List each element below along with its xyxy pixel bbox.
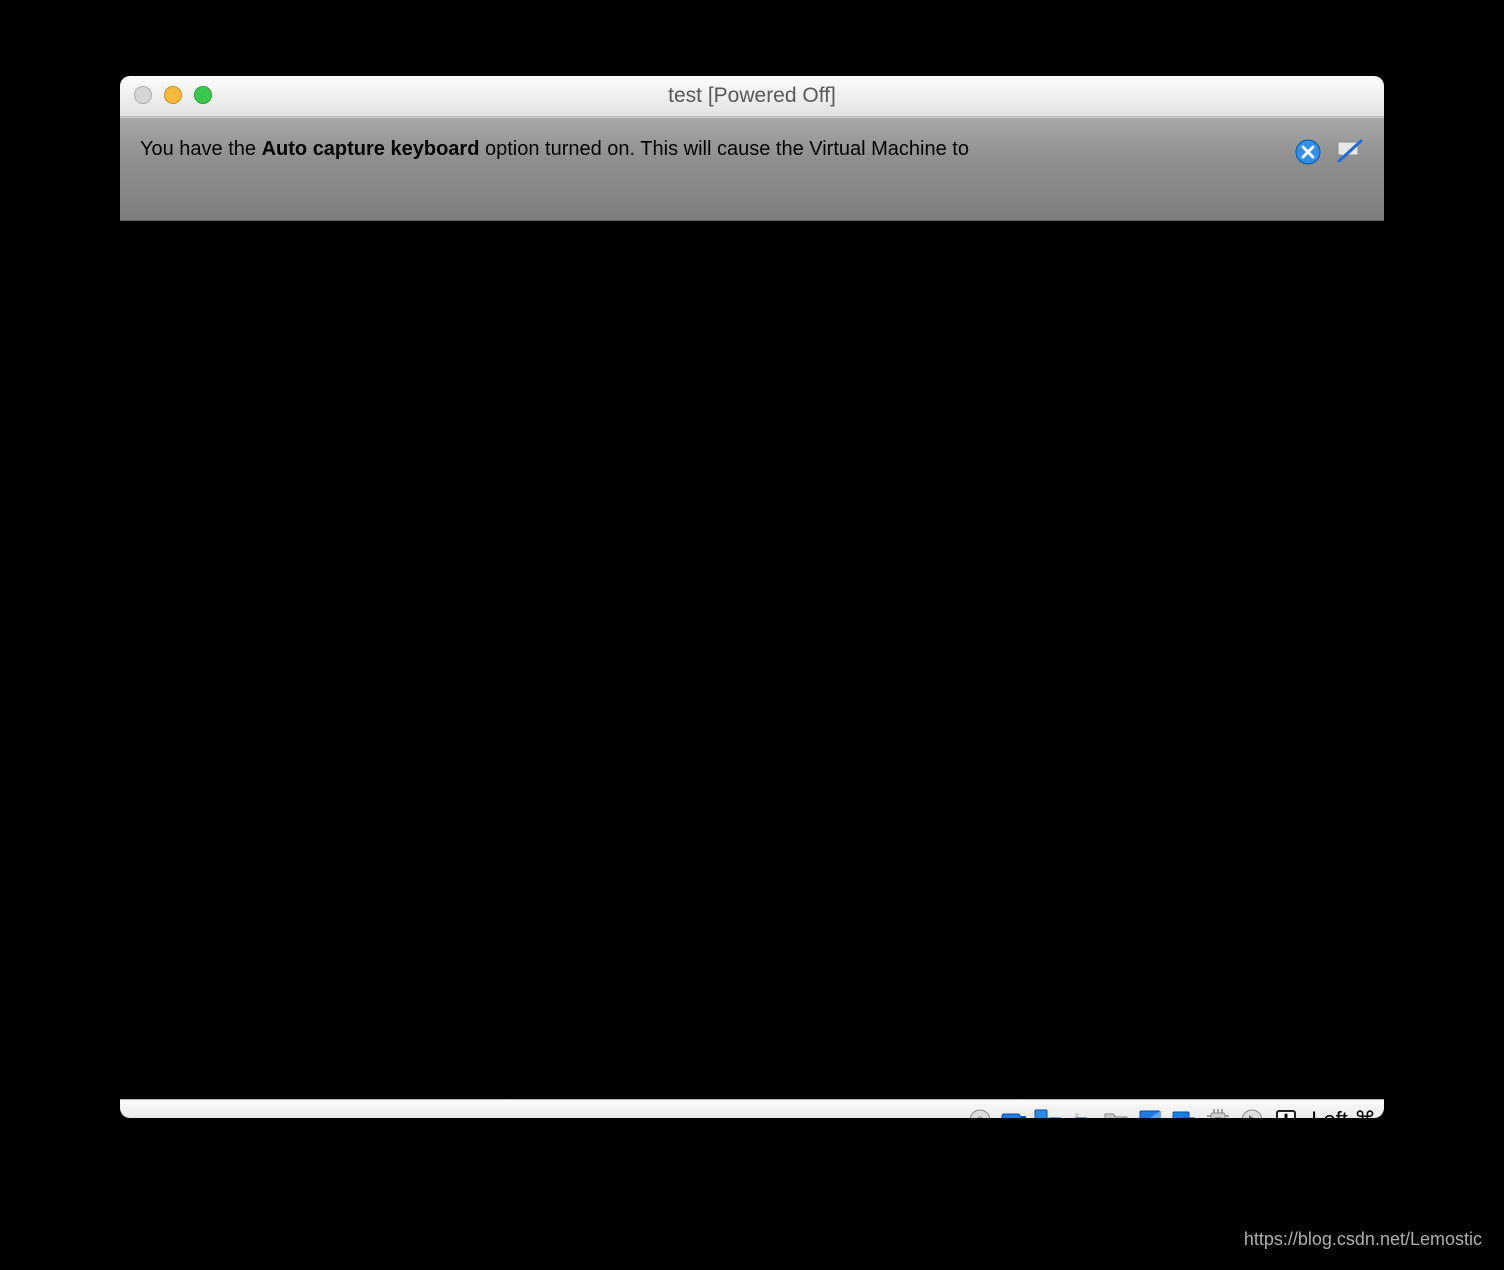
recording-indicator[interactable] (1169, 1105, 1199, 1118)
display-icon (1138, 1109, 1162, 1118)
keyboard-capture-icon (1274, 1108, 1298, 1118)
vm-display-area[interactable] (120, 221, 1384, 1099)
network-icon (1034, 1108, 1062, 1118)
shared-folders-indicator[interactable] (1101, 1105, 1131, 1118)
cpu-indicator[interactable] (1203, 1105, 1233, 1118)
minimize-window-button[interactable] (164, 86, 182, 104)
notification-text-bold: Auto capture keyboard (262, 138, 480, 160)
mouse-pointer-icon (1241, 1109, 1263, 1118)
speech-bubble-mute-icon (1336, 139, 1364, 165)
usb-indicator[interactable] (1067, 1105, 1097, 1118)
dismiss-notification-button[interactable] (1294, 138, 1322, 166)
optical-disc-icon (968, 1108, 992, 1118)
close-circle-icon (1295, 139, 1321, 165)
traffic-lights (134, 86, 212, 104)
watermark-text: https://blog.csdn.net/Lemostic (1244, 1229, 1482, 1250)
hard-disk-indicator[interactable] (999, 1105, 1029, 1118)
hard-disk-icon (1001, 1109, 1027, 1118)
vm-window: test [Powered Off] You have the Auto cap… (120, 76, 1384, 1118)
mouse-integration-indicator[interactable] (1237, 1105, 1267, 1118)
notification-actions (1294, 138, 1364, 166)
host-key-indicator: Left ⌘ (1311, 1107, 1376, 1118)
titlebar: test [Powered Off] (120, 76, 1384, 117)
notification-bar: You have the Auto capture keyboard optio… (120, 117, 1384, 221)
notification-text-after: option turned on. This will cause the Vi… (479, 138, 969, 160)
notification-text: You have the Auto capture keyboard optio… (140, 136, 1294, 162)
notification-text-before: You have the (140, 138, 262, 160)
keyboard-capture-indicator[interactable] (1271, 1105, 1301, 1118)
status-bar: Left ⌘ (120, 1099, 1384, 1118)
display-indicator[interactable] (1135, 1105, 1165, 1118)
folder-icon (1103, 1110, 1129, 1118)
close-window-button[interactable] (134, 86, 152, 104)
window-title: test [Powered Off] (668, 84, 836, 108)
recording-icon (1171, 1109, 1197, 1118)
host-key-label: Left ⌘ (1311, 1107, 1376, 1118)
network-indicator[interactable] (1033, 1105, 1063, 1118)
suppress-notification-button[interactable] (1336, 138, 1364, 166)
usb-icon (1070, 1108, 1094, 1118)
optical-drive-indicator[interactable] (965, 1105, 995, 1118)
zoom-window-button[interactable] (194, 86, 212, 104)
cpu-chip-icon (1206, 1108, 1230, 1118)
